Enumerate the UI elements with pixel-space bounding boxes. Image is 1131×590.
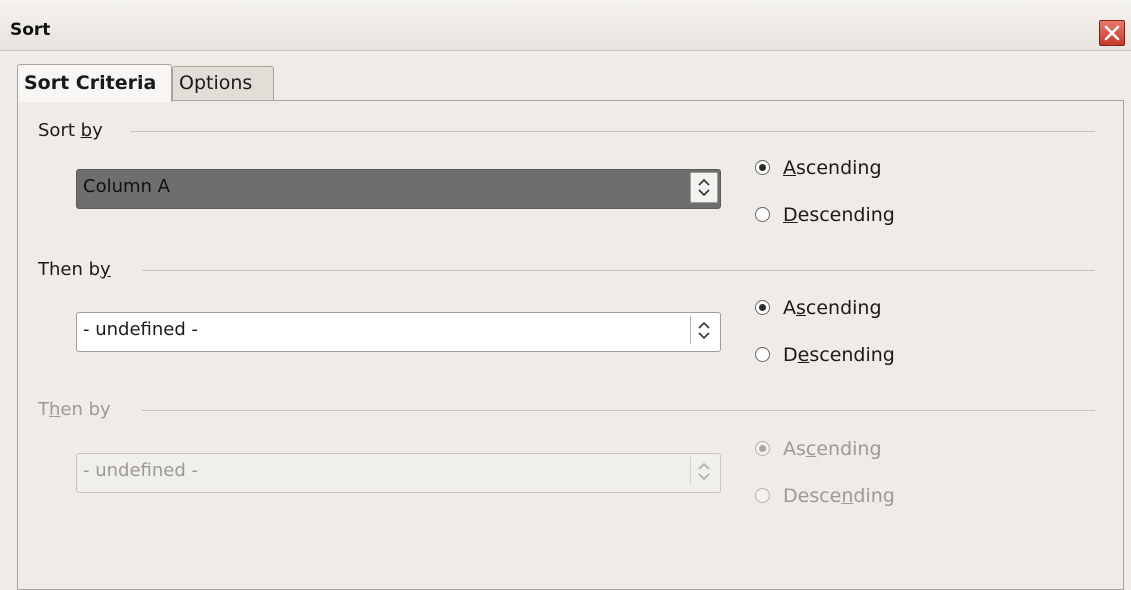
radio-button[interactable] <box>755 160 770 175</box>
sort-key-1-combo[interactable]: Column A <box>76 169 721 209</box>
combo-value: - undefined - <box>83 460 198 481</box>
radio-button[interactable] <box>755 441 770 456</box>
separator <box>142 270 1095 271</box>
separator <box>130 131 1095 132</box>
radio-button[interactable] <box>755 207 770 222</box>
combo-value: - undefined - <box>83 319 198 340</box>
sort-key-3-combo[interactable]: - undefined - <box>76 453 721 493</box>
radio-button[interactable] <box>755 347 770 362</box>
chevron-up-down-icon <box>698 462 710 481</box>
combo-value: Column A <box>83 176 170 197</box>
close-icon <box>1104 25 1120 41</box>
tab-sort-criteria[interactable]: Sort Criteria <box>17 64 172 102</box>
chevron-up-down-icon <box>698 321 710 340</box>
then-by-label-2: Then by <box>38 399 115 420</box>
radio-button[interactable] <box>755 300 770 315</box>
close-button[interactable] <box>1099 20 1125 46</box>
then-by-label-1: Then by <box>38 259 115 280</box>
spin-button[interactable] <box>690 457 717 485</box>
title-bar: Sort <box>0 0 1131 51</box>
sort-key-2-combo[interactable]: - undefined - <box>76 312 721 352</box>
separator <box>142 410 1095 411</box>
chevron-up-down-icon <box>698 178 710 197</box>
radio-button[interactable] <box>755 488 770 503</box>
sort-by-label: Sort by <box>38 120 107 141</box>
tab-options[interactable]: Options <box>172 66 274 101</box>
spin-button[interactable] <box>690 172 718 203</box>
spin-button[interactable] <box>690 316 717 344</box>
dialog-title: Sort <box>10 20 51 40</box>
